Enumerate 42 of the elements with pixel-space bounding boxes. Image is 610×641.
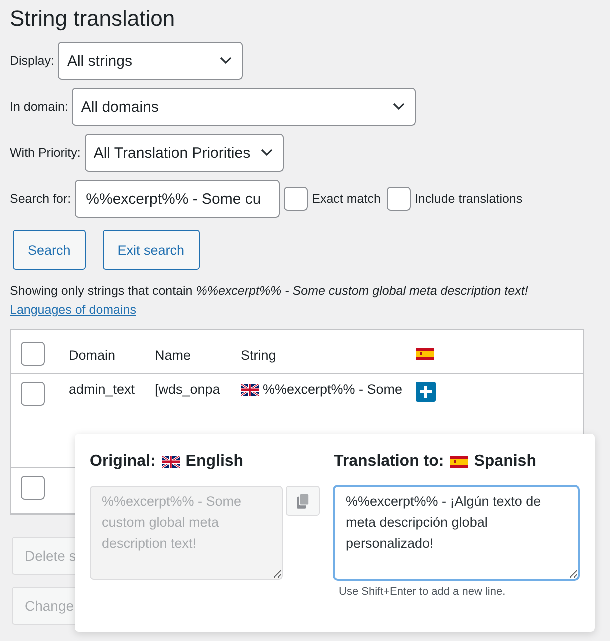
hint-text: Use Shift+Enter to add a new line. — [339, 586, 507, 598]
filter-dropdown[interactable]: All domains — [72, 88, 416, 126]
filter-label: Display: — [10, 54, 54, 68]
chevron-down-icon — [260, 149, 273, 157]
original-label: Original: — [90, 453, 156, 471]
column-header: Name — [155, 348, 192, 363]
spain-flag-icon — [450, 456, 468, 468]
filter-dropdown[interactable]: All strings — [58, 42, 244, 80]
row-checkbox[interactable] — [21, 476, 45, 500]
copy-icon — [296, 494, 310, 508]
uk-flag-icon — [162, 456, 180, 468]
add-translation-icon[interactable] — [416, 382, 436, 402]
name-cell: [wds_onpa — [155, 382, 220, 397]
filter-dropdown[interactable]: All Translation Priorities — [84, 134, 284, 172]
uk-flag-icon — [241, 384, 259, 396]
page-title: String translation — [10, 6, 176, 32]
row-checkbox[interactable] — [21, 382, 45, 406]
filter-label: In domain: — [10, 100, 68, 114]
chevron-down-icon — [220, 57, 232, 65]
search-label: Search for: — [10, 192, 72, 206]
search-field[interactable]: %%excerpt%% - Some cu — [75, 180, 280, 218]
checkbox[interactable] — [284, 187, 308, 211]
chevron-down-icon — [393, 103, 406, 111]
column-header: Domain — [69, 348, 116, 363]
languages-link[interactable]: Languages of domains — [10, 303, 136, 317]
translation-label: Translation to: — [334, 453, 444, 471]
spain-flag-icon — [416, 348, 434, 360]
search-button[interactable]: Search — [13, 230, 86, 270]
filter-label: With Priority: — [10, 146, 81, 160]
domain-cell: admin_text — [69, 382, 136, 397]
translation-language: Spanish — [474, 453, 536, 471]
translation-field[interactable]: %%excerpt%% - ¡Algún texto de meta descripción global personalizado! — [334, 486, 579, 580]
search-button[interactable]: Exit search — [102, 230, 200, 270]
copy-button[interactable] — [286, 486, 320, 516]
string-cell: %%excerpt%% - Some — [263, 382, 403, 397]
original-language: English — [186, 453, 244, 471]
column-header: String — [241, 348, 276, 363]
search-notice: Showing only strings that contain %%excerpt%% - Some custom global meta description text! — [10, 284, 530, 298]
checkbox[interactable] — [386, 187, 411, 211]
checkbox-label: Include translations — [414, 192, 523, 206]
checkbox-label: Exact match — [312, 192, 381, 206]
select-all-checkbox[interactable] — [21, 342, 45, 366]
